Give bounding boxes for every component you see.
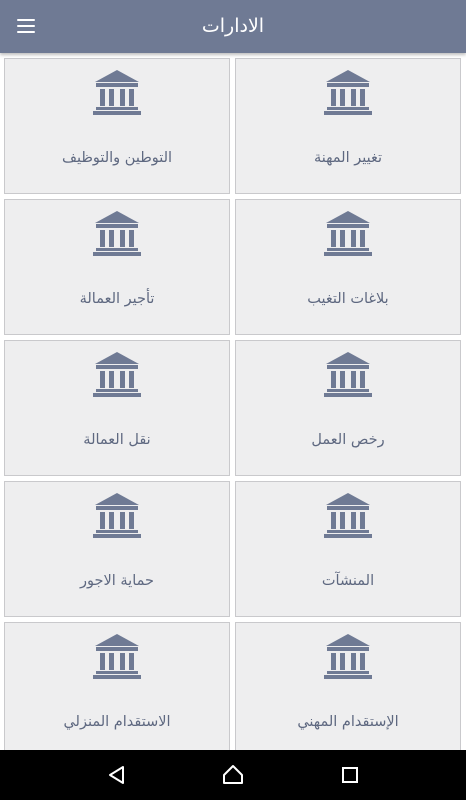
department-tile[interactable]: التوطين والتوظيف — [4, 58, 230, 194]
department-tile[interactable]: المنشآت — [235, 481, 461, 617]
department-label: بلاغات التغيب — [307, 291, 389, 307]
main-content: تغيير المهنة التوطين والتوظيف بلاغات التغي… — [0, 53, 466, 750]
department-tile[interactable]: تغيير المهنة — [235, 58, 461, 194]
department-label: نقل العمالة — [83, 432, 151, 448]
department-label: تغيير المهنة — [313, 150, 383, 166]
department-tile[interactable]: نقل العمالة — [4, 340, 230, 476]
government-building-icon — [92, 491, 142, 539]
home-icon[interactable] — [221, 763, 245, 787]
government-building-icon — [92, 632, 142, 680]
page-title: الادارات — [201, 15, 265, 37]
government-building-icon — [323, 68, 373, 116]
department-tile[interactable]: حماية الاجور — [4, 481, 230, 617]
department-label: الاستقدام المنزلي — [63, 714, 171, 730]
government-building-icon — [323, 209, 373, 257]
department-tile[interactable]: الإستقدام المهني — [235, 622, 461, 750]
app-bar: الادارات — [0, 0, 466, 53]
department-label: المنشآت — [321, 573, 375, 589]
departments-grid: تغيير المهنة التوطين والتوظيف بلاغات التغي… — [4, 58, 461, 750]
department-tile[interactable]: تأجير العمالة — [4, 199, 230, 335]
hamburger-menu-icon[interactable] — [14, 14, 40, 38]
government-building-icon — [92, 209, 142, 257]
government-building-icon — [92, 68, 142, 116]
government-building-icon — [323, 632, 373, 680]
government-building-icon — [92, 350, 142, 398]
department-tile[interactable]: الاستقدام المنزلي — [4, 622, 230, 750]
department-tile[interactable]: بلاغات التغيب — [235, 199, 461, 335]
department-label: التوطين والتوظيف — [61, 150, 173, 166]
department-label: تأجير العمالة — [79, 291, 155, 307]
government-building-icon — [323, 491, 373, 539]
department-label: حماية الاجور — [80, 573, 154, 589]
system-nav-bar — [0, 750, 466, 800]
back-triangle-icon[interactable] — [105, 763, 129, 787]
recents-square-icon[interactable] — [338, 763, 362, 787]
government-building-icon — [323, 350, 373, 398]
department-tile[interactable]: رخص العمل — [235, 340, 461, 476]
department-label: رخص العمل — [311, 432, 385, 448]
department-label: الإستقدام المهني — [297, 714, 399, 730]
